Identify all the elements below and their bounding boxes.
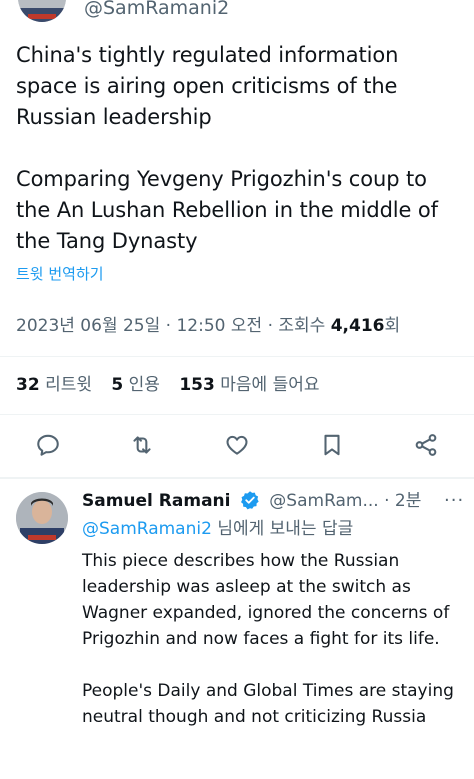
translate-tweet-link[interactable]: 트윗 번역하기: [16, 264, 104, 284]
replying-to-mention[interactable]: @SamRamani2: [82, 519, 212, 539]
more-options-icon[interactable]: ···: [444, 490, 464, 512]
tweet-text: China's tightly regulated information sp…: [16, 40, 466, 288]
action-bar: [0, 430, 474, 464]
likes-count: 153: [179, 375, 215, 395]
views-suffix: 회: [384, 316, 401, 336]
bookmark-button[interactable]: [317, 430, 347, 460]
retweet-button[interactable]: [127, 430, 157, 460]
reply-header: Samuel Ramani @SamRam... · 2분: [82, 490, 421, 512]
quotes-stat[interactable]: 5 인용: [111, 375, 160, 395]
replying-to: @SamRamani2 님에게 보내는 답글: [82, 518, 353, 540]
bookmark-icon: [324, 434, 340, 456]
tweet-paragraph: China's tightly regulated information sp…: [16, 43, 399, 129]
verified-badge-icon: [240, 491, 259, 510]
quotes-label: 인용: [128, 375, 160, 395]
reply-icon: [37, 434, 59, 456]
divider: [0, 414, 474, 415]
section-divider: [0, 477, 474, 479]
like-button[interactable]: [222, 430, 252, 460]
retweets-count: 32: [16, 375, 40, 395]
tweet-metadata: 2023년 06월 25일 · 12:50 오전 · 조회수 4,416회: [16, 314, 400, 338]
reply-timestamp[interactable]: · 2분: [384, 491, 421, 511]
likes-label: 마음에 들어요: [220, 375, 320, 395]
reply-button[interactable]: [33, 430, 63, 460]
divider: [0, 356, 474, 357]
tweet-paragraph: Comparing Yevgeny Prigozhin's coup to th…: [16, 167, 438, 253]
reply-author-handle[interactable]: @SamRam...: [269, 491, 378, 511]
avatar-image: [18, 0, 66, 22]
reply-text: This piece describes how the Russian lea…: [82, 548, 466, 756]
replying-to-suffix: 님에게 보내는 답글: [211, 519, 354, 539]
avatar-image: [16, 492, 68, 544]
quotes-count: 5: [111, 375, 124, 395]
retweets-label: 리트윗: [45, 375, 92, 395]
author-avatar[interactable]: [18, 0, 66, 22]
reply-paragraph: People's Daily and Global Times are stay…: [82, 681, 454, 727]
author-handle[interactable]: @SamRamani2: [84, 0, 229, 20]
likes-stat[interactable]: 153 마음에 들어요: [179, 375, 319, 395]
retweets-stat[interactable]: 32 리트윗: [16, 375, 92, 395]
reply-paragraph: This piece describes how the Russian lea…: [82, 551, 450, 649]
views-label: · 조회수: [267, 316, 326, 336]
engagement-stats: 32 리트윗 5 인용 153 마음에 들어요: [16, 374, 320, 396]
retweet-icon: [133, 436, 151, 454]
reply-author-name[interactable]: Samuel Ramani: [82, 491, 230, 511]
share-icon: [415, 434, 437, 456]
reply-author-avatar[interactable]: [16, 492, 68, 544]
share-button[interactable]: [411, 430, 441, 460]
like-icon: [226, 435, 248, 455]
views-count: 4,416: [330, 316, 385, 336]
timestamp[interactable]: 2023년 06월 25일 · 12:50 오전: [16, 316, 262, 336]
